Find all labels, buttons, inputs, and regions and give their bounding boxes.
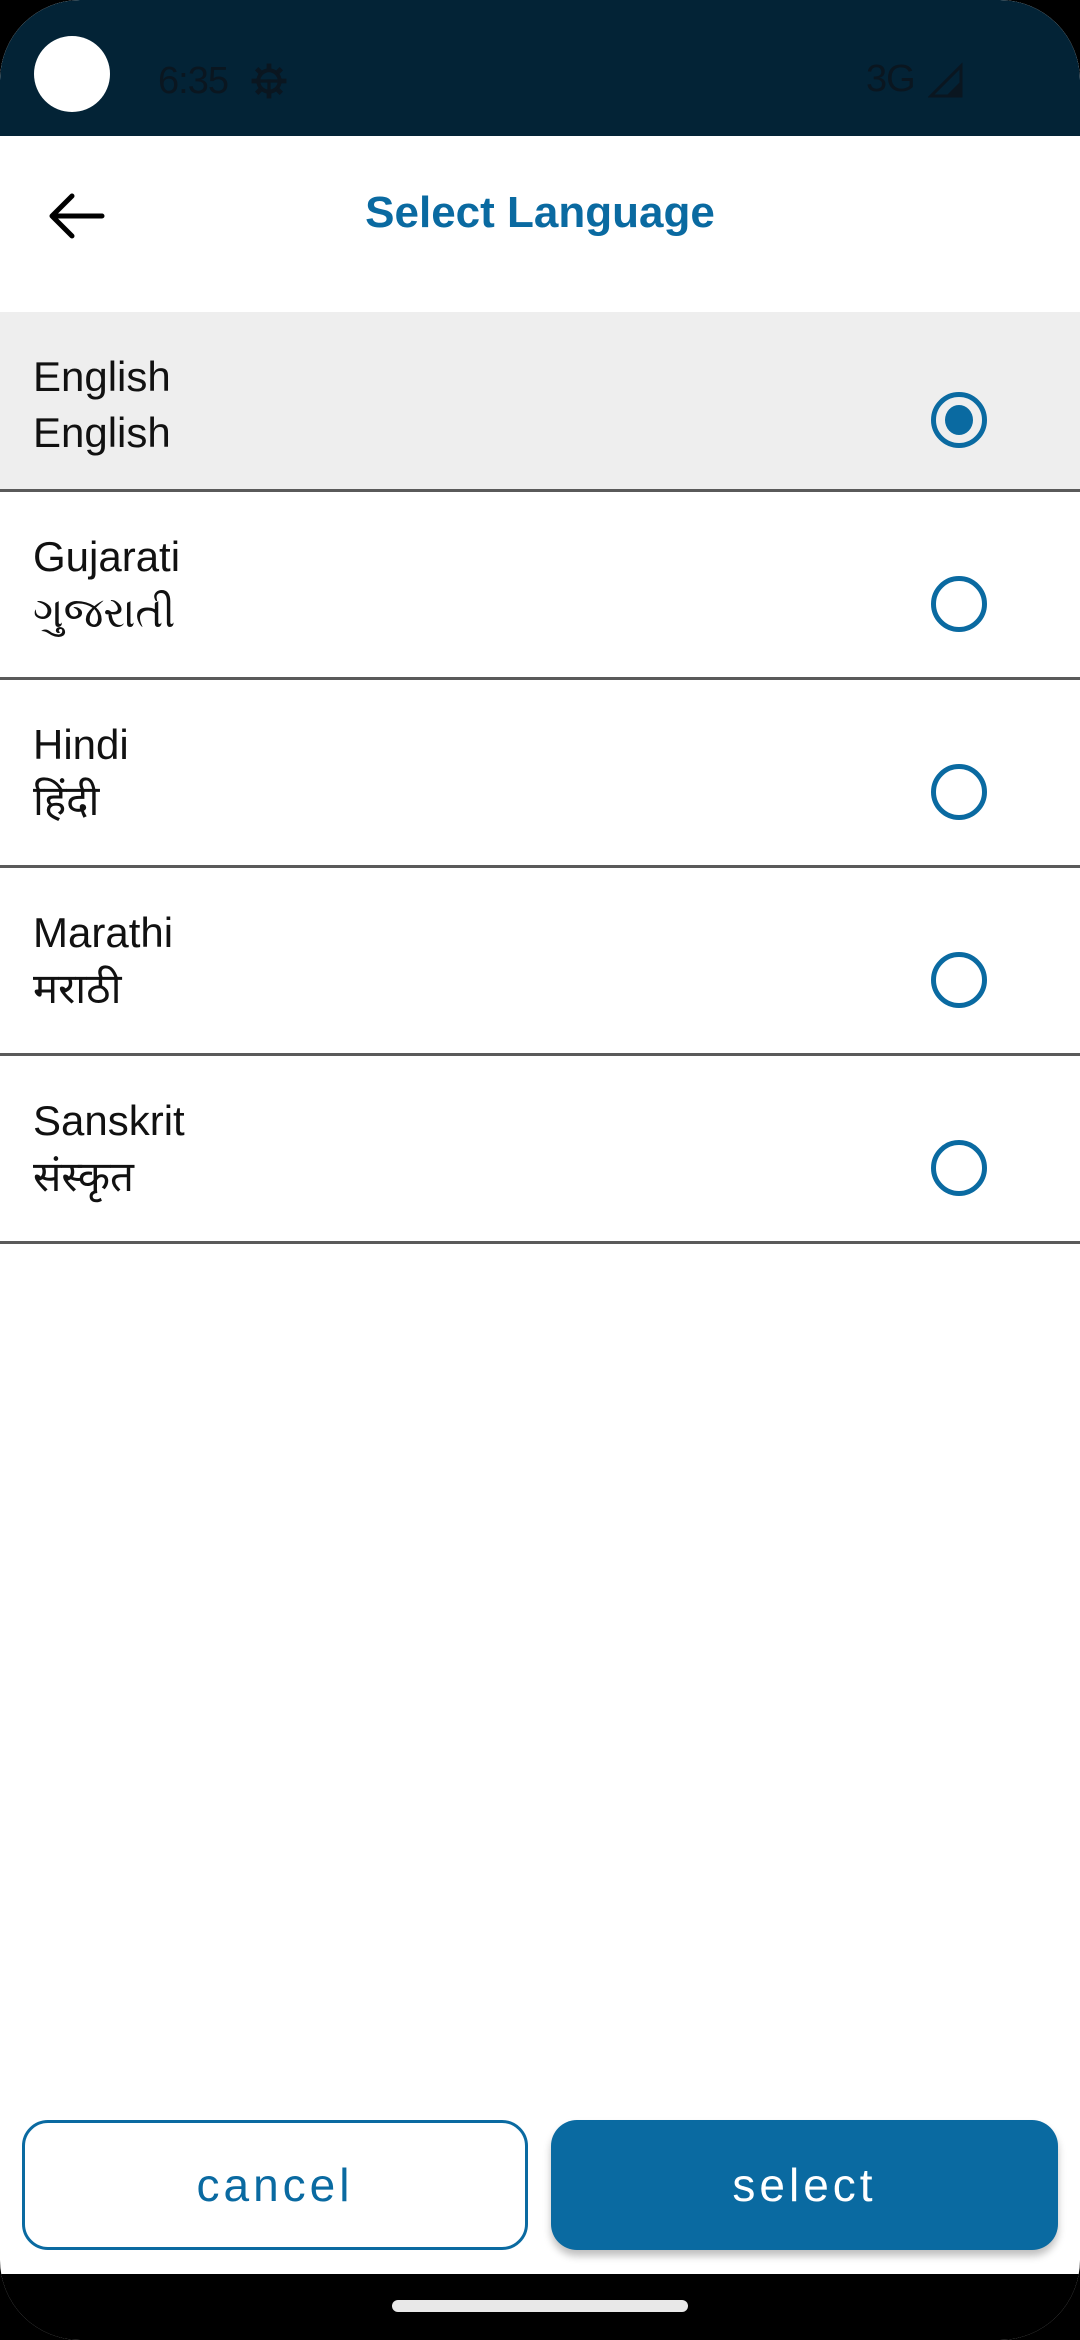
language-name: Marathi (33, 909, 174, 956)
signal-icon (928, 62, 963, 98)
select-button[interactable]: select (551, 2120, 1058, 2250)
radio-button[interactable] (931, 576, 987, 632)
language-item-sanskrit[interactable]: Sanskrit संस्कृत (0, 1056, 1080, 1244)
app-bar: Select Language (0, 136, 1080, 312)
home-indicator[interactable] (392, 2300, 688, 2312)
language-list: English English Gujarati ગુજરાતી Hindi ह… (0, 312, 1080, 1244)
network-type: 3G (866, 58, 916, 100)
status-time: 6:35 (158, 60, 229, 102)
language-name: Gujarati (33, 533, 181, 580)
radio-dot-icon (945, 405, 973, 435)
language-name: Sanskrit (33, 1097, 185, 1144)
language-item-english[interactable]: English English (0, 312, 1080, 492)
page-title: Select Language (365, 188, 715, 237)
language-native-name: हिंदी (33, 777, 100, 824)
language-native-name: संस्कृत (33, 1153, 134, 1200)
navigation-bar (0, 2274, 1080, 2340)
language-name: English (33, 353, 171, 400)
settings-gear-icon (251, 63, 287, 99)
language-item-marathi[interactable]: Marathi मराठी (0, 868, 1080, 1056)
radio-button-selected[interactable] (931, 392, 987, 448)
radio-button[interactable] (931, 952, 987, 1008)
cancel-button[interactable]: cancel (22, 2120, 528, 2250)
radio-button[interactable] (931, 1140, 987, 1196)
language-item-hindi[interactable]: Hindi हिंदी (0, 680, 1080, 868)
language-name: Hindi (33, 721, 129, 768)
status-bar: 6:35 3G (0, 0, 1080, 136)
screen: 6:35 3G Select Language English English … (0, 0, 1080, 2340)
camera-cutout (34, 36, 110, 112)
radio-button[interactable] (931, 764, 987, 820)
language-item-gujarati[interactable]: Gujarati ગુજરાતી (0, 492, 1080, 680)
language-native-name: ગુજરાતી (33, 589, 176, 636)
language-native-name: English (33, 409, 171, 456)
language-native-name: मराठी (33, 965, 122, 1012)
